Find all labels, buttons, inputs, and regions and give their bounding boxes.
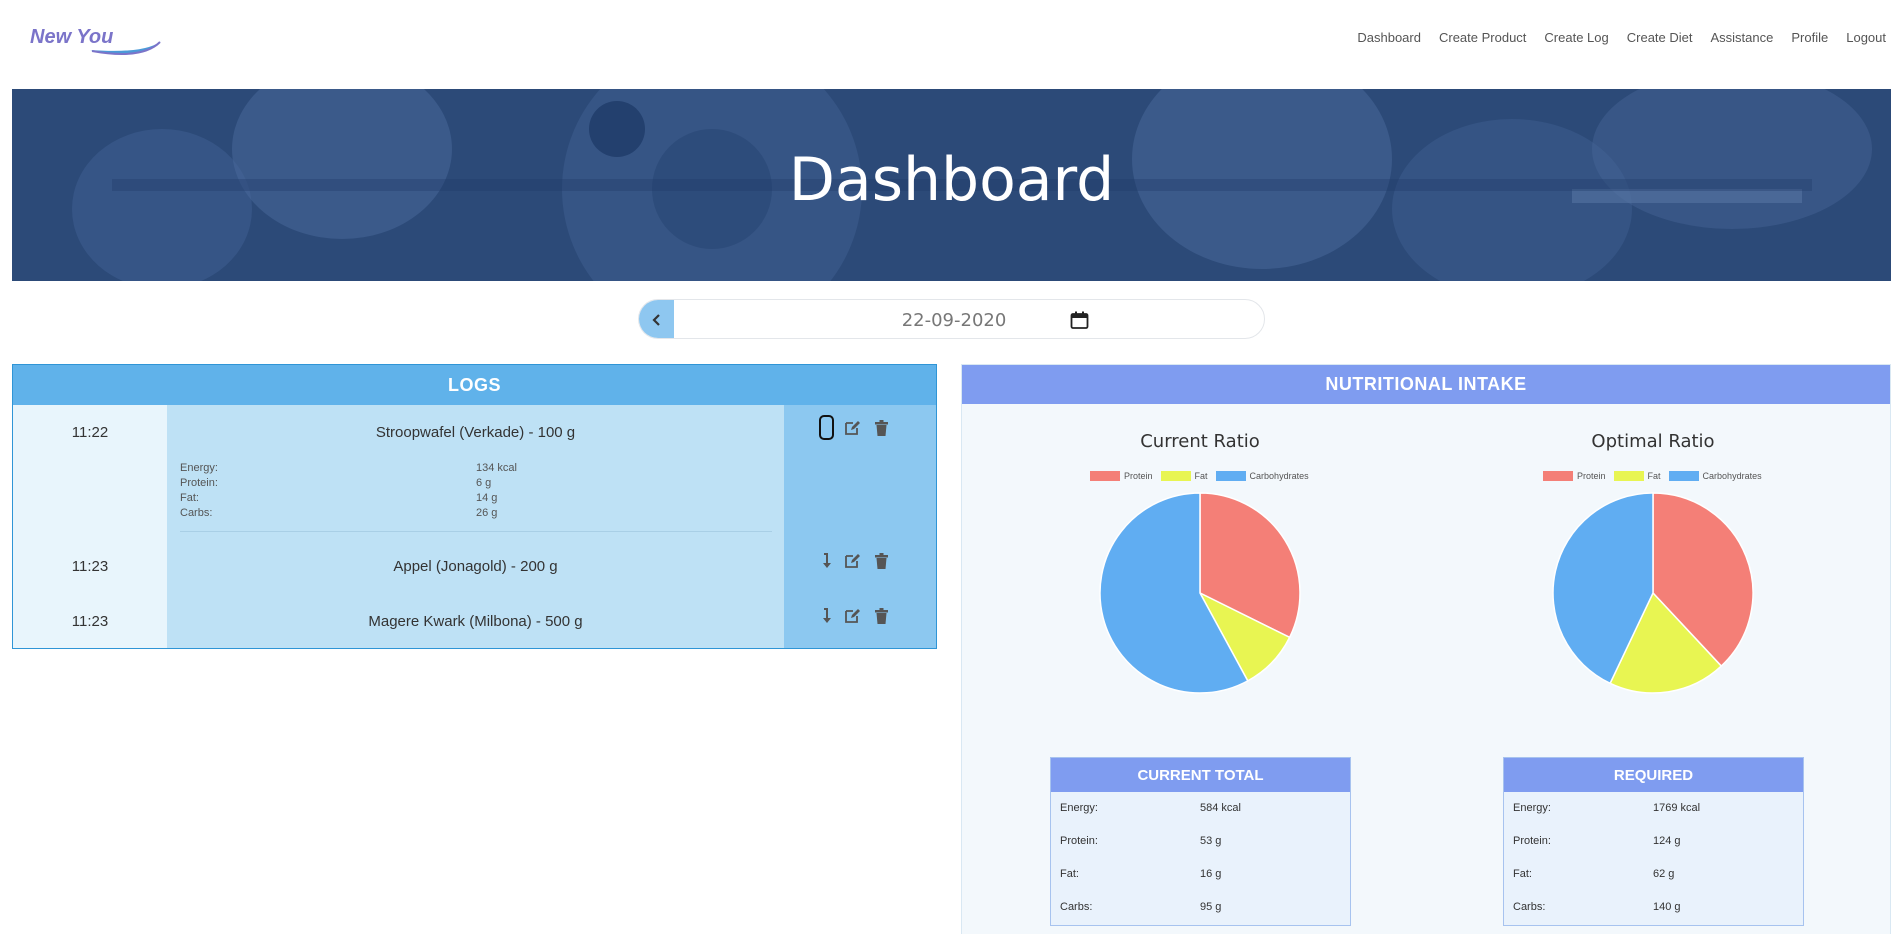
detail-label: Protein: <box>180 477 218 489</box>
arrow-down-icon <box>822 607 831 623</box>
nav-assistance[interactable]: Assistance <box>1711 30 1774 45</box>
detail-label: Fat: <box>180 492 199 504</box>
expand-button[interactable] <box>821 607 832 624</box>
edit-icon <box>845 608 860 623</box>
nutrition-panel: NUTRITIONAL INTAKE Current Ratio Protein… <box>961 364 1891 934</box>
legend-item-protein[interactable]: Protein <box>1090 471 1153 481</box>
detail-value: 134 kcal <box>476 462 517 474</box>
log-actions <box>821 552 890 569</box>
log-divider <box>180 531 772 532</box>
current-ratio-pie-chart <box>1099 492 1301 694</box>
current-total-table: CURRENT TOTAL Energy: 584 kcal Protein: 53… <box>1050 757 1351 926</box>
trash-icon <box>875 607 888 624</box>
optimal-ratio-title: Optimal Ratio <box>1591 431 1715 452</box>
logo-text: New You <box>30 26 114 48</box>
page-title: Dashboard <box>788 145 1115 215</box>
trash-icon <box>875 419 888 436</box>
detail-label: Carbs: <box>180 507 213 519</box>
legend-item-carbohydrates[interactable]: Carbohydrates <box>1668 471 1762 481</box>
required-table: REQUIRED Energy: 1769 kcal Protein: 124 g … <box>1503 757 1804 926</box>
nav-dashboard[interactable]: Dashboard <box>1357 30 1421 45</box>
log-name[interactable]: Magere Kwark (Milbona) - 500 g <box>167 613 784 630</box>
previous-day-button[interactable] <box>639 300 674 338</box>
detail-value: 6 g <box>476 477 492 489</box>
edit-button[interactable] <box>844 552 861 569</box>
nav-create-log[interactable]: Create Log <box>1544 30 1608 45</box>
log-name[interactable]: Stroopwafel (Verkade) - 100 g <box>167 424 784 441</box>
current-ratio-legend: Protein Fat Carbohydrates <box>1090 471 1309 481</box>
logs-header: LOGS <box>13 365 936 405</box>
edit-icon <box>845 420 860 435</box>
chevron-left-icon <box>651 314 660 326</box>
edit-button[interactable] <box>844 607 861 624</box>
logs-panel: LOGS 11:22 Stroopwafel (Verkade) - 100 g… <box>12 364 937 649</box>
navbar: New You Dashboard Create Product Create … <box>0 0 1902 80</box>
optimal-ratio-legend: Protein Fat Carbohydrates <box>1543 471 1762 481</box>
hero-banner: Dashboard <box>12 89 1891 281</box>
trash-icon <box>875 552 888 569</box>
date-picker: 22-09-2020 <box>638 299 1265 339</box>
delete-button[interactable] <box>873 552 890 569</box>
log-actions <box>821 607 890 624</box>
logs-name-column <box>167 405 784 648</box>
detail-value: 26 g <box>476 507 498 519</box>
legend-item-fat[interactable]: Fat <box>1160 471 1208 481</box>
detail-label: Energy: <box>180 462 218 474</box>
delete-button[interactable] <box>873 419 890 436</box>
current-ratio-title: Current Ratio <box>1140 431 1260 452</box>
delete-button[interactable] <box>873 607 890 624</box>
current-total-header: CURRENT TOTAL <box>1051 758 1350 792</box>
legend-item-fat[interactable]: Fat <box>1613 471 1661 481</box>
log-time: 11:23 <box>71 613 109 630</box>
nutrition-header: NUTRITIONAL INTAKE <box>962 365 1890 404</box>
nav-profile[interactable]: Profile <box>1791 30 1828 45</box>
log-time: 11:23 <box>71 558 109 575</box>
legend-item-carbohydrates[interactable]: Carbohydrates <box>1215 471 1309 481</box>
log-actions <box>819 415 890 440</box>
calendar-icon[interactable] <box>1070 311 1089 330</box>
logo[interactable]: New You <box>30 24 170 58</box>
expand-button[interactable] <box>821 552 832 569</box>
required-header: REQUIRED <box>1504 758 1803 792</box>
arrow-down-icon <box>822 552 831 568</box>
log-time: 11:22 <box>71 424 109 441</box>
nav-create-diet[interactable]: Create Diet <box>1627 30 1693 45</box>
collapse-button[interactable] <box>819 415 834 440</box>
date-value: 22-09-2020 <box>901 309 1007 331</box>
detail-value: 14 g <box>476 492 498 504</box>
nav-create-product[interactable]: Create Product <box>1439 30 1526 45</box>
optimal-ratio-pie-chart <box>1552 492 1754 694</box>
log-name[interactable]: Appel (Jonagold) - 200 g <box>167 558 784 575</box>
nav-logout[interactable]: Logout <box>1846 30 1886 45</box>
edit-icon <box>845 553 860 568</box>
edit-button[interactable] <box>844 419 861 436</box>
legend-item-protein[interactable]: Protein <box>1543 471 1606 481</box>
date-input[interactable]: 22-09-2020 <box>674 300 1234 338</box>
nav-links: Dashboard Create Product Create Log Crea… <box>1357 30 1886 45</box>
